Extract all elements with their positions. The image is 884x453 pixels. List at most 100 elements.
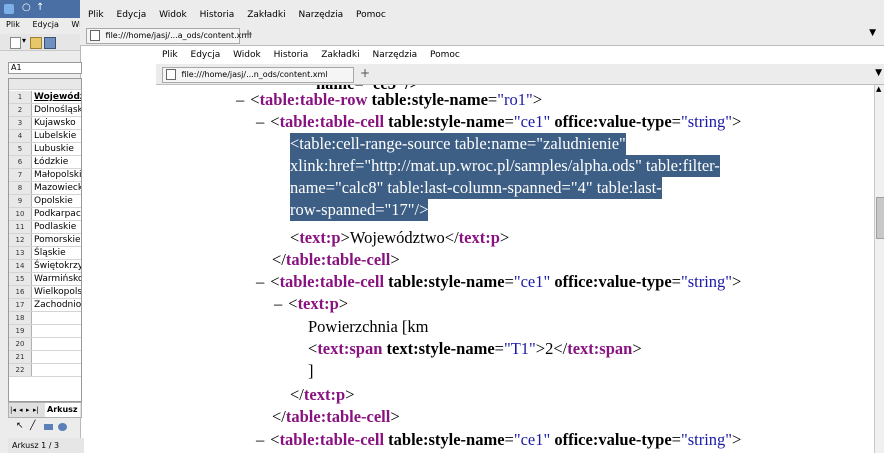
row-number: 3 xyxy=(9,117,32,129)
menu-bookmarks[interactable]: Zakładki xyxy=(247,10,285,20)
menu-help[interactable]: Pomoc xyxy=(430,50,460,60)
table-row[interactable]: 16Wielkopolskie xyxy=(9,286,81,299)
table-row[interactable]: 11 Podlaskie xyxy=(9,221,81,234)
menu-bookmarks[interactable]: Zakładki xyxy=(321,50,359,60)
browser-back-tab[interactable]: file:///home/jasj/...a_ods/content.xml xyxy=(86,28,251,44)
menu-tools[interactable]: Narzędzia xyxy=(372,50,417,60)
menu-file[interactable]: Plik xyxy=(88,10,104,20)
tab-title: file:///home/jasj/...a_ods/content.xml xyxy=(105,31,252,40)
row-number: 7 xyxy=(9,169,32,181)
dropdown-arrow-icon[interactable]: ▾ xyxy=(22,36,26,45)
table-row[interactable]: 19 xyxy=(9,325,81,338)
browser-front-menubar: Plik Edycja Widok Historia Zakładki Narz… xyxy=(162,50,470,60)
spreadsheet-grid[interactable]: 1Województwo 2Dolnośląskie 3Kujawsko 4Lu… xyxy=(8,78,82,402)
table-row[interactable]: 13 Śląskie xyxy=(9,247,81,260)
collapse-toggle[interactable]: – xyxy=(256,272,264,291)
table-row[interactable]: 18 xyxy=(9,312,81,325)
first-sheet-icon[interactable]: |◂ xyxy=(10,403,16,417)
selected-xml-text[interactable]: row-spanned="17"/> xyxy=(290,199,429,221)
menu-history[interactable]: Historia xyxy=(274,50,309,60)
table-row[interactable]: 12 Pomorskie xyxy=(9,234,81,247)
save-icon[interactable] xyxy=(44,37,56,49)
cell[interactable]: Małopolskie xyxy=(34,169,81,181)
cell[interactable]: Warmińsko xyxy=(34,273,81,285)
menu-help[interactable]: Pomoc xyxy=(356,10,386,20)
selected-xml-text[interactable]: xlink:href="http://mat.up.wroc.pl/sample… xyxy=(290,155,720,177)
new-tab-button[interactable]: + xyxy=(360,66,370,80)
menu-view[interactable]: Widok xyxy=(233,50,261,60)
ss-menu-file[interactable]: Plik xyxy=(6,20,20,29)
table-row[interactable]: 17Zachodniopomorskie xyxy=(9,299,81,312)
window-up-icon[interactable]: ↑ xyxy=(36,2,44,13)
browser-front-tab[interactable]: file:///home/jasj/...n_ods/content.xml xyxy=(162,67,354,83)
cell[interactable]: Świętokrzyskie xyxy=(34,260,81,272)
selected-xml-text[interactable]: <table:cell-range-source table:name="zal… xyxy=(290,133,626,155)
collapse-toggle[interactable]: – xyxy=(256,430,264,449)
rectangle-tool-icon[interactable] xyxy=(44,424,53,430)
spreadsheet-titlebar[interactable]: ○ ↑ xyxy=(0,0,80,18)
menu-tools[interactable]: Narzędzia xyxy=(298,10,343,20)
selected-xml-text[interactable]: name="calc8" table:last-column-spanned="… xyxy=(290,177,662,199)
scroll-up-icon[interactable]: ▲ xyxy=(876,85,881,93)
collapse-toggle[interactable]: – xyxy=(256,112,264,131)
table-row[interactable]: 3 Kujawsko xyxy=(9,117,81,130)
collapse-toggle[interactable]: – xyxy=(274,294,282,313)
select-arrow-icon[interactable]: ↖ xyxy=(16,421,24,431)
table-row[interactable]: 10Podkarpackie xyxy=(9,208,81,221)
last-sheet-icon[interactable]: ▸| xyxy=(33,403,39,417)
vertical-scrollbar[interactable]: ▲ xyxy=(874,85,884,453)
prev-sheet-icon[interactable]: ◂ xyxy=(19,403,23,417)
next-sheet-icon[interactable]: ▸ xyxy=(26,403,30,417)
cell[interactable]: Pomorskie xyxy=(34,234,81,246)
table-row[interactable]: 22 xyxy=(9,364,81,377)
table-row[interactable]: 5 Lubuskie xyxy=(9,143,81,156)
table-row[interactable]: 8Mazowieckie xyxy=(9,182,81,195)
scroll-thumb[interactable] xyxy=(876,197,884,239)
cell[interactable]: Podlaskie xyxy=(34,221,76,233)
new-document-icon[interactable] xyxy=(10,37,21,49)
cell[interactable]: Dolnośląskie xyxy=(34,104,81,116)
table-row[interactable]: 6 Łódzkie xyxy=(9,156,81,169)
cell[interactable]: Kujawsko xyxy=(34,117,76,129)
row-number: 4 xyxy=(9,130,32,142)
tab-title: file:///home/jasj/...n_ods/content.xml xyxy=(181,70,328,79)
row-number: 8 xyxy=(9,182,32,194)
cell[interactable]: Wielkopolskie xyxy=(34,286,81,298)
table-row[interactable]: 21 xyxy=(9,351,81,364)
menu-file[interactable]: Plik xyxy=(162,50,178,60)
spreadsheet-toolbar: ▾ xyxy=(0,34,80,51)
window-menu-icon[interactable]: ○ xyxy=(22,2,31,13)
menu-edit[interactable]: Edycja xyxy=(117,10,147,20)
cell[interactable]: Lubuskie xyxy=(34,143,74,155)
sheet-tab[interactable]: Arkusz xyxy=(45,403,80,417)
new-tab-button[interactable]: + xyxy=(243,27,253,41)
cell[interactable]: Zachodniopomorskie xyxy=(34,299,81,311)
ellipse-tool-icon[interactable] xyxy=(58,423,67,431)
table-row[interactable]: 4 Lubelskie xyxy=(9,130,81,143)
cell[interactable]: Śląskie xyxy=(34,247,66,259)
line-tool-icon[interactable]: ╱ xyxy=(30,421,35,431)
table-row[interactable]: 9 Opolskie xyxy=(9,195,81,208)
menu-history[interactable]: Historia xyxy=(200,10,235,20)
collapse-toggle[interactable]: – xyxy=(236,90,244,109)
tab-list-dropdown-icon[interactable]: ▼ xyxy=(869,28,876,38)
menu-edit[interactable]: Edycja xyxy=(191,50,221,60)
name-box[interactable]: A1 xyxy=(8,62,82,74)
cell[interactable]: Opolskie xyxy=(34,195,73,207)
table-row[interactable]: 2Dolnośląskie xyxy=(9,104,81,117)
open-icon[interactable] xyxy=(30,37,42,49)
table-row[interactable]: 14Świętokrzyskie xyxy=(9,260,81,273)
cell[interactable]: Lubelskie xyxy=(34,130,76,142)
row-number: 10 xyxy=(9,208,32,220)
cell[interactable]: Podkarpackie xyxy=(34,208,81,220)
cell[interactable]: Województwo xyxy=(34,91,81,103)
table-row[interactable]: 20 xyxy=(9,338,81,351)
cell[interactable]: Łódzkie xyxy=(34,156,68,168)
cell[interactable]: Mazowieckie xyxy=(34,182,81,194)
table-row[interactable]: 15 Warmińsko xyxy=(9,273,81,286)
table-row[interactable]: 1Województwo xyxy=(9,91,81,104)
table-row[interactable]: 7 Małopolskie xyxy=(9,169,81,182)
ss-menu-edit[interactable]: Edycja xyxy=(32,20,58,29)
menu-view[interactable]: Widok xyxy=(159,10,187,20)
tab-list-dropdown-icon[interactable]: ▼ xyxy=(875,68,882,78)
